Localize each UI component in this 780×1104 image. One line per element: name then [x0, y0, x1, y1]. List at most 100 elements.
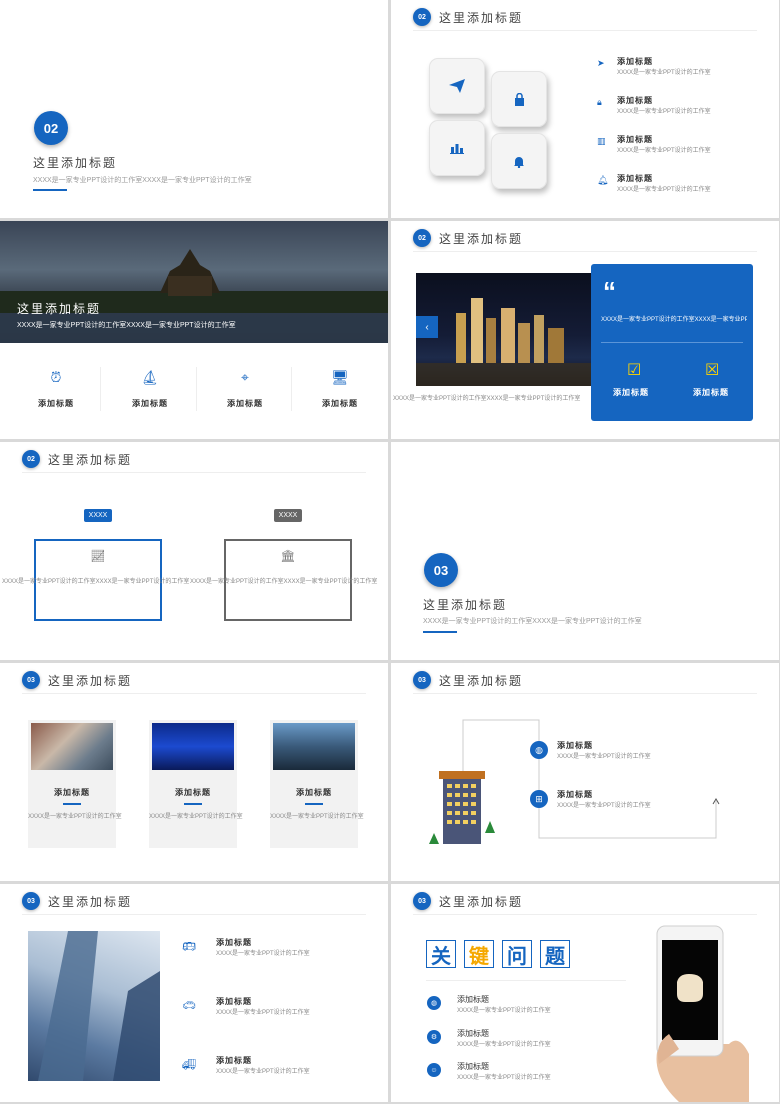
card-underline — [305, 803, 323, 805]
skyline-image — [273, 723, 355, 770]
keyword-char: 问 — [502, 940, 532, 968]
header-title: 这里添加标题 — [439, 10, 524, 25]
card-desc: XXXX是一家专业PPT设计的工作室 — [149, 814, 243, 820]
item-desc: XXXX是一家专业PPT设计的工作室 — [617, 70, 711, 76]
globe-icon: ◍ — [427, 996, 441, 1010]
globe-icon: ◍ — [530, 741, 548, 759]
slide-5: 02 这里添加标题 XXXX XXXX 📈︎ 🏛︎ XXXX是一家专业PPT设计… — [0, 442, 388, 660]
option-label: 添加标题 — [613, 388, 649, 397]
bell-icon: 🔔︎ — [597, 175, 609, 185]
slide-3: 这里添加标题 XXXX是一家专业PPT设计的工作室XXXX是一家专业PPT设计的… — [0, 221, 388, 439]
car-icon: 🚗︎ — [182, 1000, 196, 1012]
item-desc: XXXX是一家专业PPT设计的工作室 — [457, 1008, 551, 1014]
item-label: 添加标题 — [617, 135, 653, 144]
item-label: 添加标题 — [457, 995, 489, 1004]
header-number-badge: 03 — [22, 892, 40, 910]
skyscraper-image — [28, 931, 160, 1081]
slide-2: 02 这里添加标题 ➤ 添加标题 XXXX是一家专业PPT设计的工作室 🔒︎ 添加… — [391, 0, 779, 218]
palace-banner-image: 这里添加标题 XXXX是一家专业PPT设计的工作室XXXX是一家专业PPT设计的… — [0, 221, 388, 343]
paper-plane-icon: ➤ — [597, 58, 605, 68]
header-title: 这里添加标题 — [48, 452, 133, 467]
section-title: 这里添加标题 — [33, 156, 118, 170]
header-number-badge: 03 — [22, 671, 40, 689]
users-icon: ☺︎ — [427, 1063, 441, 1077]
quote-card: “ XXXX是一家专业PPT设计的工作室XXXX是一家专业PPT设计的工作室 ☑… — [591, 264, 753, 421]
card-underline — [184, 803, 202, 805]
item-desc: XXXX是一家专业PPT设计的工作室 — [216, 1010, 310, 1016]
box-text: XXXX是一家专业PPT设计的工作室XXXX是一家专业PPT设计的工作室 — [190, 579, 378, 585]
section-subtitle: XXXX是一家专业PPT设计的工作室XXXX是一家专业PPT设计的工作室 — [33, 177, 252, 184]
feature-item: ⛵︎ 添加标题 — [130, 368, 170, 409]
item-label: 添加标题 — [457, 1062, 489, 1071]
section-number: 02 — [34, 111, 68, 145]
card-desc: XXXX是一家专业PPT设计的工作室 — [28, 814, 122, 820]
keyword-char: 关 — [426, 940, 456, 968]
gears-icon: ⚙︎ — [427, 1030, 441, 1044]
item-label: 添加标题 — [557, 741, 593, 750]
item-label: 添加标题 — [617, 57, 653, 66]
item-label: 添加标题 — [38, 399, 74, 408]
building-chart-icon: 🏛︎ — [280, 549, 296, 563]
header-number-badge: 02 — [22, 450, 40, 468]
slide-header: 02 这里添加标题 — [22, 448, 132, 470]
list-item: 🔔︎ 添加标题 XXXX是一家专业PPT设计的工作室 — [597, 173, 711, 193]
tag-badge: XXXX — [274, 509, 302, 522]
item-label: 添加标题 — [322, 399, 358, 408]
header-divider — [413, 914, 757, 915]
bar-chart-icon: ▥ — [597, 136, 606, 146]
banner-title: 这里添加标题 — [17, 302, 102, 316]
header-number-badge: 02 — [413, 229, 431, 247]
keyword-char: 题 — [540, 940, 570, 968]
feature-item: ⌖ 添加标题 — [225, 368, 265, 409]
header-title: 这里添加标题 — [48, 673, 133, 688]
item-label: 添加标题 — [132, 399, 168, 408]
blue-city-image — [152, 723, 234, 770]
header-title: 这里添加标题 — [439, 894, 524, 909]
image-caption: XXXX是一家专业PPT设计的工作室XXXX是一家专业PPT设计的工作室 — [393, 396, 581, 402]
feature-item: 🖥︎ 添加标题 — [320, 368, 360, 409]
section-subtitle: XXXX是一家专业PPT设计的工作室XXXX是一家专业PPT设计的工作室 — [423, 618, 642, 625]
section-number: 03 — [424, 553, 458, 587]
section-underline — [423, 631, 457, 633]
header-divider — [22, 914, 366, 915]
truck-icon: 🚚︎ — [182, 1059, 196, 1071]
crosshair-icon: ⌖ — [241, 368, 249, 385]
keyword-char: 键 — [464, 940, 494, 968]
connector-lines — [429, 719, 720, 844]
item-label: 添加标题 — [227, 399, 263, 408]
item-desc: XXXX是一家专业PPT设计的工作室 — [457, 1042, 551, 1048]
card-divider — [601, 342, 743, 343]
section-underline — [33, 189, 67, 191]
slide-6: 03 这里添加标题 XXXX是一家专业PPT设计的工作室XXXX是一家专业PPT… — [391, 442, 779, 660]
tag-badge: XXXX — [84, 509, 112, 522]
checkbox-checked-icon: ☑ — [627, 362, 642, 379]
item-label: 添加标题 — [216, 997, 252, 1006]
card-underline — [63, 803, 81, 805]
item-label: 添加标题 — [216, 938, 252, 947]
divider — [196, 367, 197, 411]
alarm-clock-icon: ⏰︎ — [50, 368, 62, 385]
quote-text: XXXX是一家专业PPT设计的工作室XXXX是一家专业PPT设计的工作室 — [601, 317, 747, 323]
divider — [426, 980, 626, 981]
item-desc: XXXX是一家专业PPT设计的工作室 — [617, 148, 711, 154]
lock-icon: 🔒︎ — [597, 97, 602, 107]
item-desc: XXXX是一家专业PPT设计的工作室 — [617, 109, 711, 115]
paper-plane-icon — [429, 58, 485, 114]
lock-icon — [491, 71, 547, 127]
image-card: 添加标题 XXXX是一家专业PPT设计的工作室 — [270, 720, 364, 848]
slide-10: 03 这里添加标题 关 键 问 题 ◍ 添加标题 XXXX是一家专业PPT设计的… — [391, 884, 779, 1102]
option-label: 添加标题 — [693, 388, 729, 397]
slide-header: 02 这里添加标题 — [413, 227, 523, 249]
list-item: 🔒︎ 添加标题 XXXX是一家专业PPT设计的工作室 — [597, 95, 711, 115]
monitor-icon: 🖥︎ — [331, 368, 349, 385]
card-label: 添加标题 — [54, 788, 90, 797]
item-desc: XXXX是一家专业PPT设计的工作室 — [216, 1069, 310, 1075]
header-divider — [413, 30, 757, 31]
aerial-city-image — [31, 723, 113, 770]
card-label: 添加标题 — [175, 788, 211, 797]
basket-icon: ⊞ — [530, 790, 548, 808]
previous-arrow-button[interactable]: ‹ — [416, 316, 438, 338]
slide-7: 03 这里添加标题 添加标题 XXXX是一家专业PPT设计的工作室 添加标题 X… — [0, 663, 388, 881]
item-label: 添加标题 — [617, 96, 653, 105]
slide-8: 03 这里添加标题 ◍ 添加标题 XXXX是一家专业PPT设计的工作室 ⊞ 添加… — [391, 663, 779, 881]
